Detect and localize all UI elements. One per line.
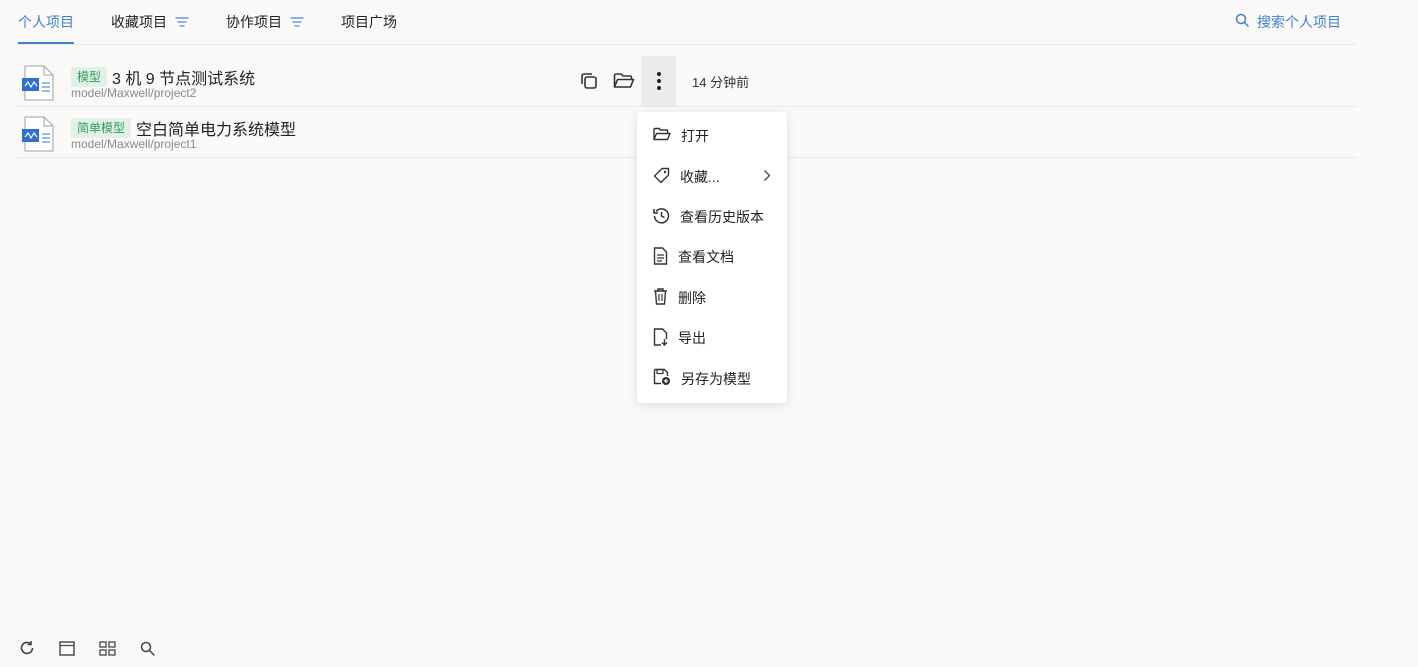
chevron-right-icon [763, 169, 771, 185]
search-projects-button[interactable]: 搜索个人项目 [1235, 0, 1341, 43]
tab-bar: 个人项目 收藏项目 协作项目 项目广场 搜索个人项目 [18, 0, 1357, 45]
project-row[interactable]: 模型 3 机 9 节点测试系统 model/Maxwell/project2 1… [18, 56, 1357, 107]
tab-personal-projects[interactable]: 个人项目 [18, 0, 74, 44]
tab-collaboration-projects[interactable]: 协作项目 [226, 0, 304, 43]
menu-item-export[interactable]: 导出 [637, 318, 787, 358]
page: 个人项目 收藏项目 协作项目 项目广场 搜索个人项目 模型 3 机 9 节点测试… [0, 0, 1418, 667]
menu-item-label: 导出 [678, 330, 706, 347]
bottom-toolbar [18, 638, 156, 658]
search-label: 搜索个人项目 [1257, 13, 1341, 30]
menu-item-save-as-model[interactable]: 另存为模型 [637, 358, 787, 398]
tab-label: 协作项目 [226, 13, 282, 30]
filter-icon[interactable] [175, 16, 189, 27]
grid-view-icon[interactable] [98, 638, 116, 658]
more-options-icon[interactable] [641, 56, 676, 106]
menu-item-open[interactable]: 打开 [637, 116, 787, 156]
menu-item-label: 打开 [681, 128, 709, 145]
menu-item-label: 另存为模型 [681, 370, 751, 387]
filter-icon[interactable] [290, 16, 304, 27]
refresh-icon[interactable] [18, 638, 36, 658]
modified-time: 14 分钟前 [692, 74, 750, 90]
search-icon[interactable] [138, 638, 156, 658]
folder-open-icon[interactable] [606, 56, 641, 106]
single-view-icon[interactable] [58, 638, 76, 658]
menu-item-favorite[interactable]: 收藏... [637, 156, 787, 196]
copy-icon[interactable] [571, 56, 606, 106]
model-file-icon [22, 116, 56, 157]
menu-item-label: 查看历史版本 [680, 208, 764, 225]
document-icon [653, 247, 668, 268]
menu-item-label: 查看文档 [678, 249, 734, 266]
tab-favorite-projects[interactable]: 收藏项目 [111, 0, 189, 43]
folder-open-icon [653, 127, 671, 145]
menu-item-view-history[interactable]: 查看历史版本 [637, 197, 787, 237]
tag-icon [653, 167, 670, 187]
menu-item-label: 删除 [678, 289, 706, 306]
tab-label: 项目广场 [341, 13, 397, 30]
menu-item-label: 收藏... [680, 168, 720, 185]
trash-icon [653, 287, 668, 308]
menu-item-delete[interactable]: 删除 [637, 278, 787, 318]
search-icon [1235, 13, 1249, 30]
project-path: model/Maxwell/project1 [71, 137, 197, 151]
project-context-menu: 打开 收藏... 查看历史版本 查看文档 删除 导出 另存为模型 [637, 112, 787, 403]
model-file-icon [22, 65, 56, 106]
export-icon [653, 327, 668, 349]
menu-item-view-docs[interactable]: 查看文档 [637, 237, 787, 277]
row-actions: 14 分钟前 [571, 56, 749, 106]
project-type-tag: 简单模型 [71, 118, 132, 138]
project-path: model/Maxwell/project2 [71, 86, 197, 100]
save-as-icon [653, 368, 671, 389]
project-type-tag: 模型 [71, 67, 108, 87]
tab-label: 个人项目 [18, 13, 74, 30]
history-icon [653, 207, 670, 227]
tab-label: 收藏项目 [111, 13, 167, 30]
tab-project-square[interactable]: 项目广场 [341, 0, 397, 43]
